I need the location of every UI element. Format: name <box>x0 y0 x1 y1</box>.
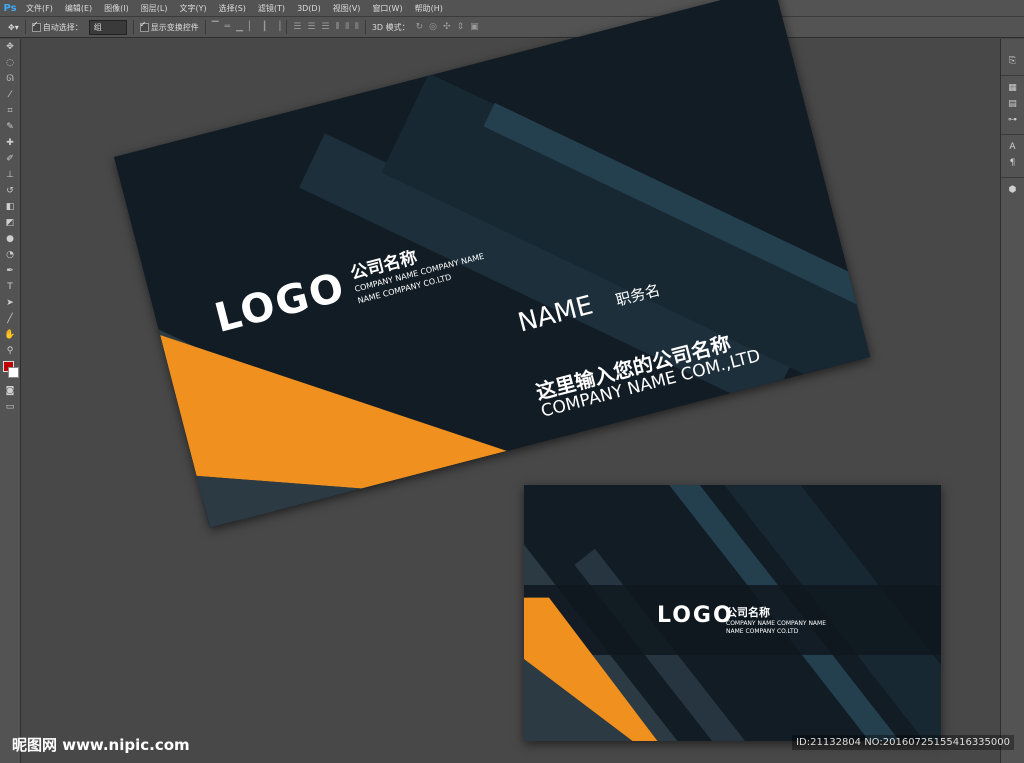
menu-view[interactable]: 视图(V) <box>327 3 367 14</box>
menu-file[interactable]: 文件(F) <box>20 3 59 14</box>
lasso-tool-icon[interactable]: ᘏ <box>0 71 20 87</box>
marquee-tool-icon[interactable]: ◌ <box>0 55 20 71</box>
menu-edit[interactable]: 编辑(E) <box>59 3 98 14</box>
quick-mask-icon[interactable]: ◙ <box>0 383 20 399</box>
card-back-company-en-line2: NAME COMPANY CO.LTD <box>726 628 799 635</box>
menu-type[interactable]: 文字(Y) <box>173 3 212 14</box>
options-bar: ✥▾ 自动选择： 组 显示变换控件 ▔ ═ ▁ ▏ ┃ ▕ ☰ ☰ ☰ ⫴ ⫴ … <box>0 16 1024 38</box>
3d-mode-buttons: ↻ ◎ ✣ ⇕ ▣ <box>416 22 479 32</box>
menu-filter[interactable]: 滤镜(T) <box>252 3 291 14</box>
roll-3d-icon[interactable]: ◎ <box>429 22 437 32</box>
menu-help[interactable]: 帮助(H) <box>409 3 449 14</box>
phone-row: 电话：8888-88888888 <box>554 423 697 477</box>
3d-panel-icon[interactable]: ⬢ <box>1001 182 1024 198</box>
business-card-back[interactable]: LOGO 公司名称 COMPANY NAME COMPANY NAME NAME… <box>524 485 941 741</box>
divider <box>204 20 206 34</box>
swatches-panel-icon[interactable]: ▤ <box>1001 96 1024 112</box>
photoshop-logo: Ps <box>3 2 17 14</box>
distribute-middle-icon[interactable]: ☰ <box>307 22 315 32</box>
blur-tool-icon[interactable]: ● <box>0 231 20 247</box>
slide-3d-icon[interactable]: ⇕ <box>457 22 465 32</box>
align-left-icon[interactable]: ▏ <box>249 22 256 32</box>
dodge-tool-icon[interactable]: ◔ <box>0 247 20 263</box>
auto-select-checkbox[interactable]: 自动选择： <box>31 20 83 33</box>
card-back-company-cn: 公司名称 <box>726 606 770 619</box>
divider <box>1001 69 1024 76</box>
line-tool-icon[interactable]: ╱ <box>0 311 20 327</box>
divider <box>132 20 134 34</box>
brush-tool-icon[interactable]: ✐ <box>0 151 20 167</box>
image-id-watermark: ID:21132804 NO:20160725155416335000 <box>792 735 1014 750</box>
color-panel-icon[interactable]: ▦ <box>1001 80 1024 96</box>
mode-3d-label: 3D 模式： <box>371 22 410 32</box>
screen-mode-icon[interactable]: ▭ <box>0 399 20 415</box>
distribute-buttons: ☰ ☰ ☰ ⫴ ⫴ ⫴ <box>293 22 359 32</box>
scale-3d-icon[interactable]: ▣ <box>470 22 479 32</box>
distribute-left-icon[interactable]: ⫴ <box>335 22 339 32</box>
hand-tool-icon[interactable]: ✋ <box>0 327 20 343</box>
quick-select-tool-icon[interactable]: ⁄ <box>0 87 20 103</box>
menu-bar: Ps 文件(F) 编辑(E) 图像(I) 图层(L) 文字(Y) 选择(S) 滤… <box>0 0 1024 16</box>
move-tool-icon[interactable]: ✥▾ <box>8 23 19 32</box>
site-watermark: 昵图网 www.nipic.com <box>12 736 190 754</box>
divider <box>24 20 26 34</box>
align-top-icon[interactable]: ▔ <box>212 22 219 32</box>
eyedropper-tool-icon[interactable]: ✎ <box>0 119 20 135</box>
show-transform-label: 显示变换控件 <box>150 22 199 32</box>
show-transform-checkbox[interactable]: 显示变换控件 <box>139 20 199 33</box>
background-color-swatch[interactable] <box>8 367 19 378</box>
divider <box>1001 128 1024 135</box>
menu-window[interactable]: 窗口(W) <box>366 3 408 14</box>
card-back-company-en-line1: COMPANY NAME COMPANY NAME <box>726 620 827 627</box>
history-brush-tool-icon[interactable]: ↺ <box>0 183 20 199</box>
divider <box>286 20 288 34</box>
healing-brush-tool-icon[interactable]: ✚ <box>0 135 20 151</box>
align-right-icon[interactable]: ▕ <box>273 22 280 32</box>
phone-value: 8888-88888888 <box>592 426 697 468</box>
character-panel-icon[interactable]: A <box>1001 139 1024 155</box>
auto-select-dropdown[interactable]: 组 <box>88 19 127 35</box>
type-tool-icon[interactable]: T <box>0 279 20 295</box>
pan-3d-icon[interactable]: ✣ <box>443 22 451 32</box>
clone-stamp-tool-icon[interactable]: ⊥ <box>0 167 20 183</box>
history-panel-icon[interactable]: ⎘ <box>1001 53 1024 69</box>
align-center-icon[interactable]: ┃ <box>262 22 267 32</box>
card-logo: LOGO <box>210 264 351 342</box>
path-select-tool-icon[interactable]: ➤ <box>0 295 20 311</box>
phone-label: 电话： <box>554 452 597 477</box>
menu-select[interactable]: 选择(S) <box>213 3 252 14</box>
business-card-front[interactable]: LOGO 公司名称 COMPANY NAME COMPANY NAME NAME… <box>114 0 871 528</box>
distribute-top-icon[interactable]: ☰ <box>293 22 301 32</box>
align-buttons: ▔ ═ ▁ ▏ ┃ ▕ <box>212 22 281 32</box>
paragraph-panel-icon[interactable]: ¶ <box>1001 155 1024 171</box>
distribute-center-icon[interactable]: ⫴ <box>345 22 349 32</box>
divider <box>364 20 366 34</box>
menu-3d[interactable]: 3D(D) <box>291 4 327 13</box>
eraser-tool-icon[interactable]: ◧ <box>0 199 20 215</box>
move-tool-icon[interactable]: ✥ <box>0 39 20 55</box>
card-back-logo: LOGO <box>657 603 734 628</box>
address-value: 广东省XX市XX路XXX号 <box>587 398 727 448</box>
pen-tool-icon[interactable]: ✒ <box>0 263 20 279</box>
mobile-value: 88888888888 <box>597 449 690 487</box>
rotate-3d-icon[interactable]: ↻ <box>416 22 424 32</box>
distribute-right-icon[interactable]: ⫴ <box>355 22 359 32</box>
divider <box>1001 171 1024 178</box>
adjustments-panel-icon[interactable]: ⊶ <box>1001 112 1024 128</box>
align-middle-icon[interactable]: ═ <box>225 22 230 32</box>
address-label: 地址： <box>549 433 592 458</box>
align-bottom-icon[interactable]: ▁ <box>236 22 243 32</box>
crop-tool-icon[interactable]: ⌗ <box>0 103 20 119</box>
auto-select-label: 自动选择： <box>42 22 83 32</box>
checkbox-box[interactable] <box>139 20 149 32</box>
checkbox-box[interactable] <box>31 20 41 32</box>
panel-dock: ⎘ ▦ ▤ ⊶ A ¶ ⬢ <box>1000 39 1024 763</box>
distribute-bottom-icon[interactable]: ☰ <box>321 22 329 32</box>
zoom-tool-icon[interactable]: ⚲ <box>0 343 20 359</box>
menu-layer[interactable]: 图层(L) <box>135 3 174 14</box>
tools-panel: ✥ ◌ ᘏ ⁄ ⌗ ✎ ✚ ✐ ⊥ ↺ ◧ ◩ ● ◔ ✒ T ➤ ╱ ✋ ⚲ … <box>0 39 21 763</box>
color-swatches[interactable] <box>0 359 20 383</box>
menu-image[interactable]: 图像(I) <box>98 3 135 14</box>
paint-bucket-tool-icon[interactable]: ◩ <box>0 215 20 231</box>
